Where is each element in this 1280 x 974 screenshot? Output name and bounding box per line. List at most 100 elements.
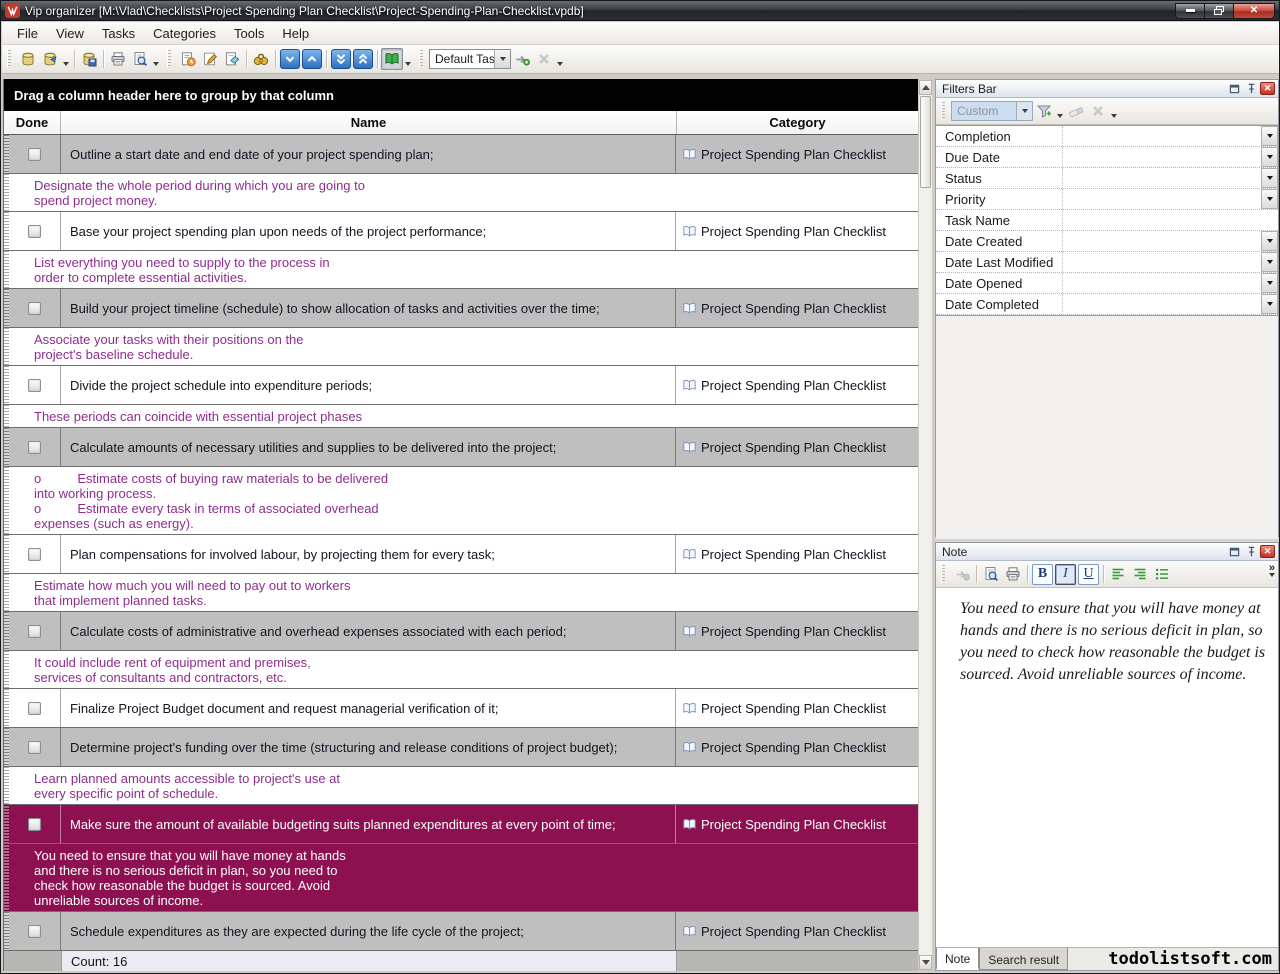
align-left-button[interactable] [1107,563,1129,585]
erase-filter-button[interactable] [1065,100,1087,122]
dropdown-caret-icon[interactable] [1109,100,1119,122]
task-row[interactable]: Build your project timeline (schedule) t… [4,289,918,328]
task-checkbox[interactable] [28,302,41,315]
note-row[interactable]: It could include rent of equipment and p… [4,651,918,689]
scroll-up-button[interactable] [919,80,932,95]
task-row[interactable]: Schedule expenditures as they are expect… [4,912,918,951]
filter-dropdown-button[interactable] [1261,126,1278,146]
delete-task-button[interactable] [221,48,243,70]
menu-help[interactable]: Help [273,23,318,44]
note-row[interactable]: Estimate how much you will need to pay o… [4,574,918,612]
edit-task-button[interactable] [199,48,221,70]
filter-field-value[interactable] [1063,126,1261,146]
clear-button[interactable] [533,48,555,70]
task-row[interactable]: Plan compensations for involved labour, … [4,535,918,574]
note-editor[interactable]: You need to ensure that you will have mo… [936,588,1278,948]
filters-pin-icon[interactable] [1243,82,1259,96]
italic-button[interactable]: I [1055,564,1076,585]
open-database-button[interactable] [39,48,61,70]
dropdown-caret-icon[interactable] [555,48,565,70]
filter-preset-dropdown-button[interactable] [1016,102,1032,120]
menu-file[interactable]: File [8,23,47,44]
title-bar[interactable]: Vip organizer [M:\Vlad\Checklists\Projec… [1,1,1279,21]
toolbar-overflow-icon[interactable]: » [1269,563,1275,577]
note-row[interactable]: o Estimate costs of buying raw materials… [4,467,918,535]
task-row[interactable]: Outline a start date and end date of you… [4,135,918,174]
filter-dropdown-button[interactable] [1261,147,1278,167]
task-checkbox[interactable] [28,548,41,561]
task-checkbox[interactable] [28,148,41,161]
filter-field-value[interactable] [1063,147,1261,167]
grid-vertical-scrollbar[interactable] [918,79,933,971]
filter-field-value[interactable] [1063,252,1261,272]
note-restore-icon[interactable] [1226,545,1242,559]
clear-filter-button[interactable] [1087,100,1109,122]
filter-field-value[interactable] [1063,231,1261,251]
task-row[interactable]: Base your project spending plan upon nee… [4,212,918,251]
note-row[interactable]: Learn planned amounts accessible to proj… [4,767,918,805]
filters-close-icon[interactable]: ✕ [1260,82,1275,95]
filter-dropdown-button[interactable] [1261,252,1278,272]
new-database-button[interactable] [17,48,39,70]
tab-note[interactable]: Note [936,948,979,970]
restore-button[interactable] [1204,3,1233,19]
align-right-button[interactable] [1129,563,1151,585]
column-header-category[interactable]: Category [677,111,918,134]
filter-field-value[interactable] [1063,294,1261,314]
print-button[interactable] [107,48,129,70]
task-checkbox[interactable] [28,818,41,831]
print-preview-button[interactable] [980,563,1002,585]
task-template-combo[interactable]: Default Task [429,49,511,69]
new-task-button[interactable] [177,48,199,70]
filter-dropdown-button[interactable] [1261,273,1278,293]
note-row[interactable]: List everything you need to supply to th… [4,251,918,289]
move-page-down-button[interactable] [331,49,351,69]
underline-button[interactable]: U [1078,564,1099,585]
filter-field-value[interactable] [1063,273,1261,293]
filter-dropdown-button[interactable] [1261,189,1278,209]
note-row[interactable]: Designate the whole period during which … [4,174,918,212]
menu-categories[interactable]: Categories [144,23,225,44]
dropdown-caret-icon[interactable] [151,48,161,70]
task-row[interactable]: Finalize Project Budget document and req… [4,689,918,728]
filter-field-value[interactable] [1063,189,1261,209]
task-checkbox[interactable] [28,925,41,938]
filters-restore-icon[interactable] [1226,82,1242,96]
column-header-done[interactable]: Done [4,111,61,134]
dropdown-caret-icon[interactable] [61,48,71,70]
task-checkbox[interactable] [28,741,41,754]
task-checkbox[interactable] [28,225,41,238]
task-row[interactable]: Divide the project schedule into expendi… [4,366,918,405]
assign-note-button[interactable] [951,563,973,585]
task-row[interactable]: Make sure the amount of available budget… [4,805,918,844]
task-checkbox[interactable] [28,702,41,715]
task-template-combo-dropdown-button[interactable] [494,50,510,68]
filter-dropdown-button[interactable] [1261,294,1278,314]
save-database-button[interactable] [78,48,100,70]
note-pin-icon[interactable] [1243,545,1259,559]
menu-tools[interactable]: Tools [225,23,273,44]
task-checkbox[interactable] [28,625,41,638]
menu-view[interactable]: View [47,23,93,44]
filter-preset-combo[interactable]: Custom [951,101,1033,121]
print-preview-button[interactable] [129,48,151,70]
filter-field-value[interactable] [1063,210,1278,230]
assign-task-button[interactable] [511,48,533,70]
filter-dropdown-button[interactable] [1261,168,1278,188]
note-row[interactable]: Associate your tasks with their position… [4,328,918,366]
note-row[interactable]: These periods can coincide with essentia… [4,405,918,428]
task-checkbox[interactable] [28,379,41,392]
move-down-button[interactable] [280,49,300,69]
task-row[interactable]: Calculate amounts of necessary utilities… [4,428,918,467]
scrollbar-thumb[interactable] [920,96,931,188]
filter-dropdown-button[interactable] [1261,231,1278,251]
task-row[interactable]: Calculate costs of administrative and ov… [4,612,918,651]
bullet-list-button[interactable] [1151,563,1173,585]
column-header-name[interactable]: Name [61,111,677,134]
move-up-button[interactable] [302,49,322,69]
tab-search-result[interactable]: Search result [979,948,1068,970]
move-page-up-button[interactable] [353,49,373,69]
scroll-down-button[interactable] [919,955,932,970]
bold-button[interactable]: B [1032,564,1053,585]
notes-view-button[interactable] [381,48,403,70]
